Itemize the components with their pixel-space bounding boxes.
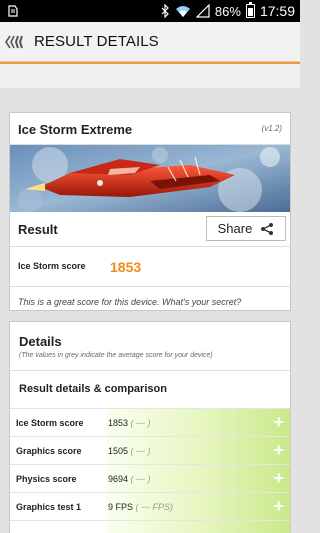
detail-row-average: ( --- ) [130,474,151,484]
details-subtitle: (The values in grey indicate the average… [19,352,213,359]
detail-row-partial[interactable] [10,520,290,533]
battery-icon [245,1,255,18]
detail-row[interactable]: Graphics score 1505 ( --- ) + [10,436,290,464]
score-row: Ice Storm score 1853 [10,247,290,287]
comparison-section-title: Result details & comparison [19,383,167,395]
score-label: Ice Storm score [18,261,86,271]
details-divider [10,370,290,371]
detail-row-average: ( --- FPS) [135,502,174,512]
detail-row-bar [106,521,290,533]
ice-storm-banner-image [10,145,290,212]
detail-row-label: Ice Storm score [16,418,84,428]
status-left [6,4,20,18]
expand-plus-icon[interactable]: + [273,497,284,515]
expand-plus-icon[interactable]: + [273,413,284,431]
detail-row-value: 9 FPS ( --- FPS) [108,502,174,512]
notification-icon [8,5,18,17]
wifi-icon [175,5,190,17]
status-bar: 86% 17:59 [0,0,300,22]
result-row: Result Share [10,212,290,247]
detail-row-value: 1505 ( --- ) [108,446,151,456]
share-label: Share [217,221,253,236]
score-comment: This is a great score for this device. W… [18,297,242,307]
test-version: (v1.2) [261,124,282,133]
score-value: 1853 [110,259,142,275]
signal-icon [195,4,210,18]
summary-card: Ice Storm Extreme (v1.2) Result Share Ic… [9,112,291,311]
share-icon [261,222,274,235]
detail-row[interactable]: Physics score 9694 ( --- ) + [10,464,290,492]
status-right: 86% 17:59 [160,1,295,20]
detail-row[interactable]: Graphics test 1 9 FPS ( --- FPS) + [10,492,290,520]
expand-plus-icon[interactable]: + [273,469,284,487]
details-card: Details (The values in grey indicate the… [9,321,291,533]
detail-row-label: Physics score [16,474,77,484]
clock: 17:59 [259,3,295,19]
back-arrow-icon[interactable] [4,34,28,50]
summary-card-header: Ice Storm Extreme (v1.2) [10,113,290,145]
detail-row[interactable]: Ice Storm score 1853 ( --- ) + [10,408,290,436]
battery-percent: 86% [214,3,241,19]
accent-divider [0,62,300,88]
bluetooth-icon [161,4,169,18]
detail-row-average: ( --- ) [130,446,151,456]
details-title: Details [19,334,62,349]
test-title: Ice Storm Extreme [18,122,133,137]
detail-row-label: Graphics test 1 [16,502,82,512]
page-title: RESULT DETAILS [34,33,159,50]
detail-row-value: 9694 ( --- ) [108,474,151,484]
app-bar: RESULT DETAILS [0,22,300,62]
share-button[interactable]: Share [206,216,286,241]
detail-row-label: Graphics score [16,446,82,456]
result-label: Result [18,222,58,237]
expand-plus-icon[interactable]: + [273,441,284,459]
detail-row-value: 1853 ( --- ) [108,418,151,428]
detail-row-average: ( --- ) [130,418,151,428]
